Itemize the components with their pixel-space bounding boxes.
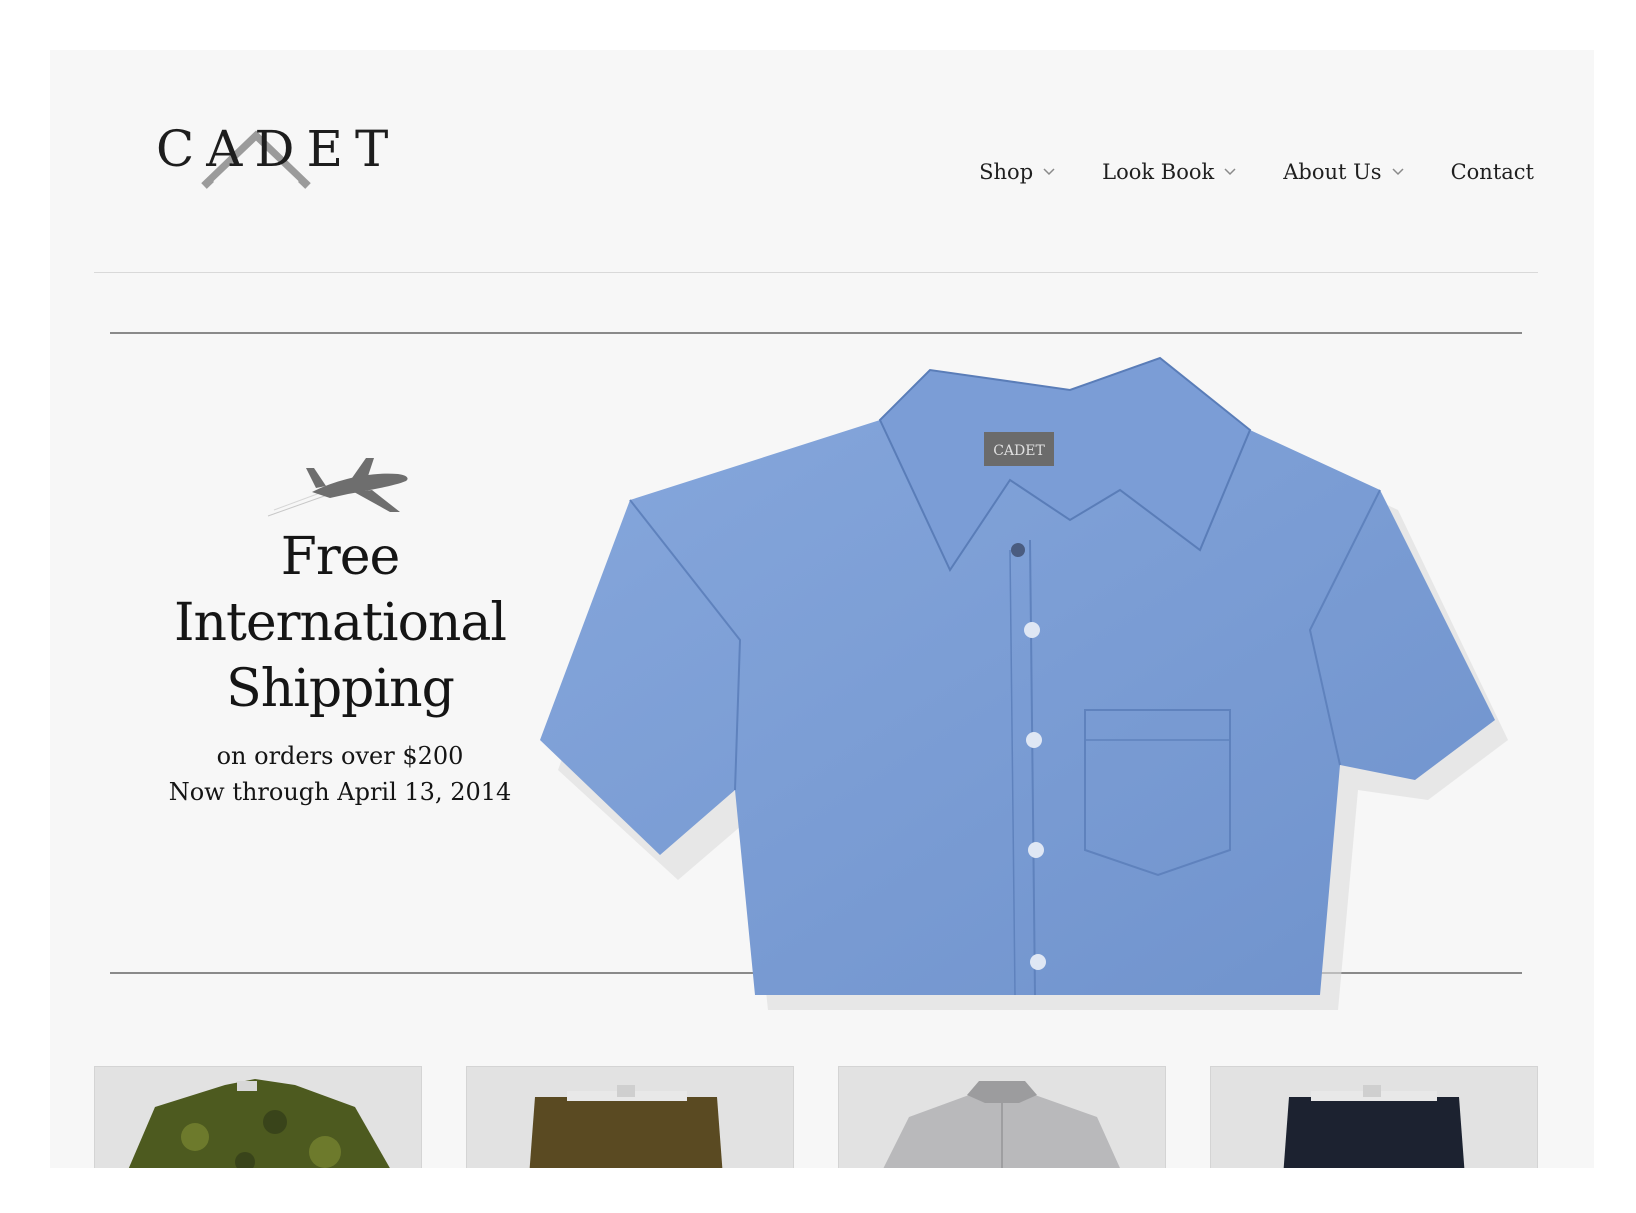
product-grid xyxy=(94,1066,1538,1168)
product-thumb-navy-pants[interactable] xyxy=(1210,1066,1538,1168)
nav-look-book-label: Look Book xyxy=(1102,160,1215,184)
promo-headline-line-3: Shipping xyxy=(226,659,455,719)
chevron-down-icon xyxy=(1392,168,1404,176)
hero-top-rule xyxy=(110,332,1522,334)
chevron-down-icon xyxy=(1043,168,1055,176)
nav-shop[interactable]: Shop xyxy=(979,160,1055,184)
olive-pants-image xyxy=(529,1085,723,1168)
shipping-promo[interactable]: Free International Shipping on orders ov… xyxy=(150,450,530,810)
product-thumb-olive-pants[interactable] xyxy=(466,1066,794,1168)
promo-minimum: on orders over $200 xyxy=(216,742,464,770)
nav-contact[interactable]: Contact xyxy=(1451,160,1534,184)
nav-contact-label: Contact xyxy=(1450,160,1534,184)
promo-headline-line-2: International xyxy=(173,593,507,653)
grey-henley-image xyxy=(883,1081,1120,1168)
product-thumb-grey-henley[interactable] xyxy=(838,1066,1166,1168)
header-divider xyxy=(94,272,1538,273)
main-nav: Shop Look Book About Us Contact xyxy=(979,160,1534,184)
promo-headline-line-1: Free xyxy=(280,527,400,587)
logo-text: CADET xyxy=(156,120,401,178)
nav-look-book[interactable]: Look Book xyxy=(1102,160,1236,184)
promo-dates: Now through April 13, 2014 xyxy=(168,778,512,806)
nav-shop-label: Shop xyxy=(979,160,1034,184)
shirt-label-text: CADET xyxy=(993,443,1045,459)
nav-about-us-label: About Us xyxy=(1283,160,1382,184)
nav-about-us[interactable]: About Us xyxy=(1283,160,1404,184)
chevron-down-icon xyxy=(1224,168,1236,176)
cadet-logo[interactable]: CADET xyxy=(156,92,388,192)
promo-headline: Free International Shipping xyxy=(150,524,530,722)
airplane-icon xyxy=(267,458,408,517)
page-container: CADET Shop Look Book About Us Contact Fr… xyxy=(50,50,1594,1168)
promo-details: on orders over $200 Now through April 13… xyxy=(150,738,530,810)
product-thumb-camo-shirt[interactable] xyxy=(94,1066,422,1168)
navy-pants-image xyxy=(1283,1085,1465,1168)
camo-shirt-image xyxy=(128,1079,390,1168)
hero-shirt-image[interactable]: CADET xyxy=(510,340,1572,1040)
